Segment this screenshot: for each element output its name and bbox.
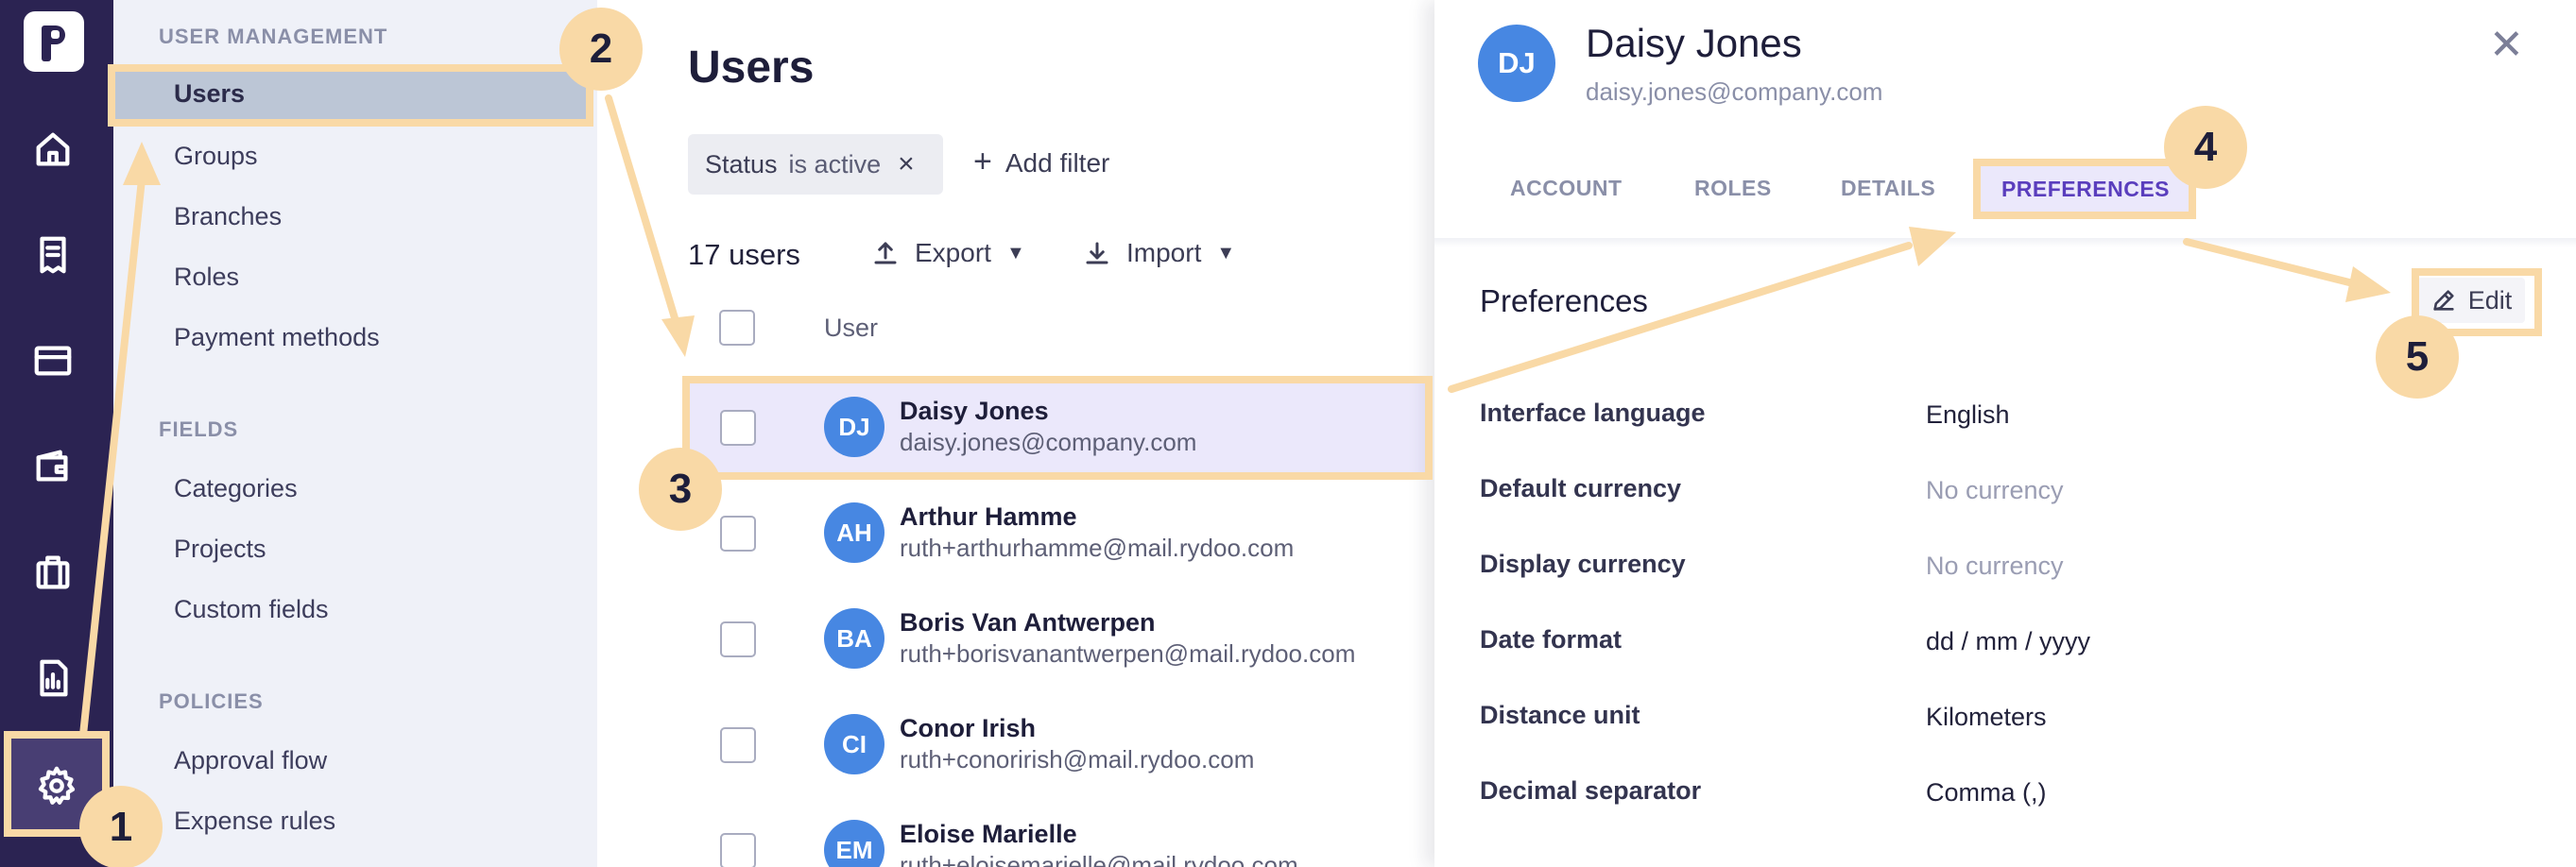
panel-user-email: daisy.jones@company.com [1586, 77, 1883, 106]
select-all-checkbox[interactable] [719, 310, 755, 346]
pref-label-decimal-separator: Decimal separator [1480, 776, 1702, 805]
upload-icon [874, 242, 897, 264]
home-icon[interactable] [23, 119, 83, 179]
sidebar-item-projects[interactable]: Projects [174, 535, 266, 564]
row-checkbox[interactable] [720, 727, 756, 763]
status-filter-chip[interactable]: Status is active × [688, 134, 943, 195]
pref-value-interface-language: English [1926, 400, 2010, 429]
tab-roles[interactable]: ROLES [1694, 176, 1772, 201]
row-checkbox[interactable] [720, 621, 756, 657]
pref-label-interface-language: Interface language [1480, 399, 1706, 427]
app-logo-icon[interactable] [24, 11, 84, 72]
download-icon [1086, 242, 1108, 264]
sidebar-item-payment-methods[interactable]: Payment methods [174, 323, 380, 352]
pref-value-date-format: dd / mm / yyyy [1926, 627, 2091, 655]
step-badge-5: 5 [2376, 315, 2459, 399]
pref-value-decimal-separator: Comma (,) [1926, 778, 2047, 807]
reports-icon[interactable] [23, 648, 83, 708]
pref-label-distance-unit: Distance unit [1480, 701, 1640, 729]
sidebar-item-roles[interactable]: Roles [174, 263, 239, 292]
user-name[interactable]: Boris Van Antwerpen [900, 608, 1156, 638]
chevron-down-icon: ▼ [1216, 242, 1236, 264]
section-title-fields: FIELDS [159, 417, 239, 441]
row-checkbox[interactable] [720, 833, 756, 867]
remove-filter-icon[interactable]: × [898, 148, 915, 180]
step-badge-2: 2 [559, 8, 643, 91]
panel-user-name: Daisy Jones [1586, 21, 1802, 65]
settings-sidebar: USER MANAGEMENT Users Groups Branches Ro… [113, 0, 597, 867]
column-header-user: User [824, 314, 879, 342]
travel-icon[interactable] [23, 542, 83, 603]
pref-label-date-format: Date format [1480, 625, 1623, 654]
step-badge-4: 4 [2164, 106, 2247, 189]
wallet-icon[interactable] [23, 436, 83, 497]
user-name[interactable]: Arthur Hamme [900, 502, 1077, 532]
pref-value-display-currency: No currency [1926, 552, 2064, 580]
plus-icon: + [973, 144, 992, 179]
receipt-icon[interactable] [23, 225, 83, 285]
tab-account[interactable]: ACCOUNT [1510, 176, 1623, 201]
page-title: Users [688, 42, 815, 93]
user-name[interactable]: Eloise Marielle [900, 820, 1077, 849]
pref-value-default-currency: No currency [1926, 476, 2064, 504]
annotation-box-users [108, 64, 593, 127]
sidebar-item-approval-flow[interactable]: Approval flow [174, 746, 327, 775]
avatar: CI [824, 714, 884, 774]
chevron-down-icon: ▼ [1005, 242, 1025, 264]
avatar: BA [824, 608, 884, 669]
step-badge-3: 3 [639, 448, 722, 531]
export-button[interactable]: Export ▼ [871, 238, 1025, 268]
user-name[interactable]: Conor Irish [900, 714, 1036, 743]
section-title: Preferences [1480, 283, 1648, 318]
step-badge-1: 1 [79, 786, 163, 867]
import-button[interactable]: Import ▼ [1083, 238, 1235, 268]
pref-label-display-currency: Display currency [1480, 550, 1686, 578]
card-icon[interactable] [23, 331, 83, 391]
add-filter-button[interactable]: + Add filter [973, 144, 1109, 180]
tab-details[interactable]: DETAILS [1841, 176, 1935, 201]
row-checkbox[interactable] [720, 516, 756, 552]
sidebar-item-categories[interactable]: Categories [174, 474, 298, 503]
avatar: EM [824, 820, 884, 867]
avatar: AH [824, 502, 884, 563]
user-email: ruth+conorirish@mail.rydoo.com [900, 745, 1255, 774]
sidebar-item-branches[interactable]: Branches [174, 202, 282, 231]
sidebar-item-groups[interactable]: Groups [174, 142, 258, 171]
section-title-user-management: USER MANAGEMENT [159, 25, 388, 48]
user-email: ruth+borisvanantwerpen@mail.rydoo.com [900, 639, 1356, 668]
avatar: DJ [1478, 25, 1555, 102]
filter-field: Status [705, 149, 778, 178]
user-email: ruth+eloisemarielle@mail.rydoo.com [900, 851, 1298, 867]
section-title-policies: POLICIES [159, 689, 264, 713]
annotation-box-preferences-tab [1973, 159, 2196, 219]
tabs-divider [1434, 238, 2576, 247]
close-icon[interactable]: ✕ [2489, 21, 2524, 69]
pref-value-distance-unit: Kilometers [1926, 703, 2047, 731]
annotation-box-user-row [682, 376, 1433, 480]
filter-value: is active [788, 149, 882, 178]
sidebar-item-expense-rules[interactable]: Expense rules [174, 807, 335, 836]
sidebar-item-custom-fields[interactable]: Custom fields [174, 595, 329, 624]
pref-label-default-currency: Default currency [1480, 474, 1682, 502]
user-count: 17 users [688, 238, 800, 271]
user-email: ruth+arthurhamme@mail.rydoo.com [900, 534, 1295, 562]
user-detail-panel: DJ Daisy Jones daisy.jones@company.com ✕… [1434, 0, 2576, 867]
